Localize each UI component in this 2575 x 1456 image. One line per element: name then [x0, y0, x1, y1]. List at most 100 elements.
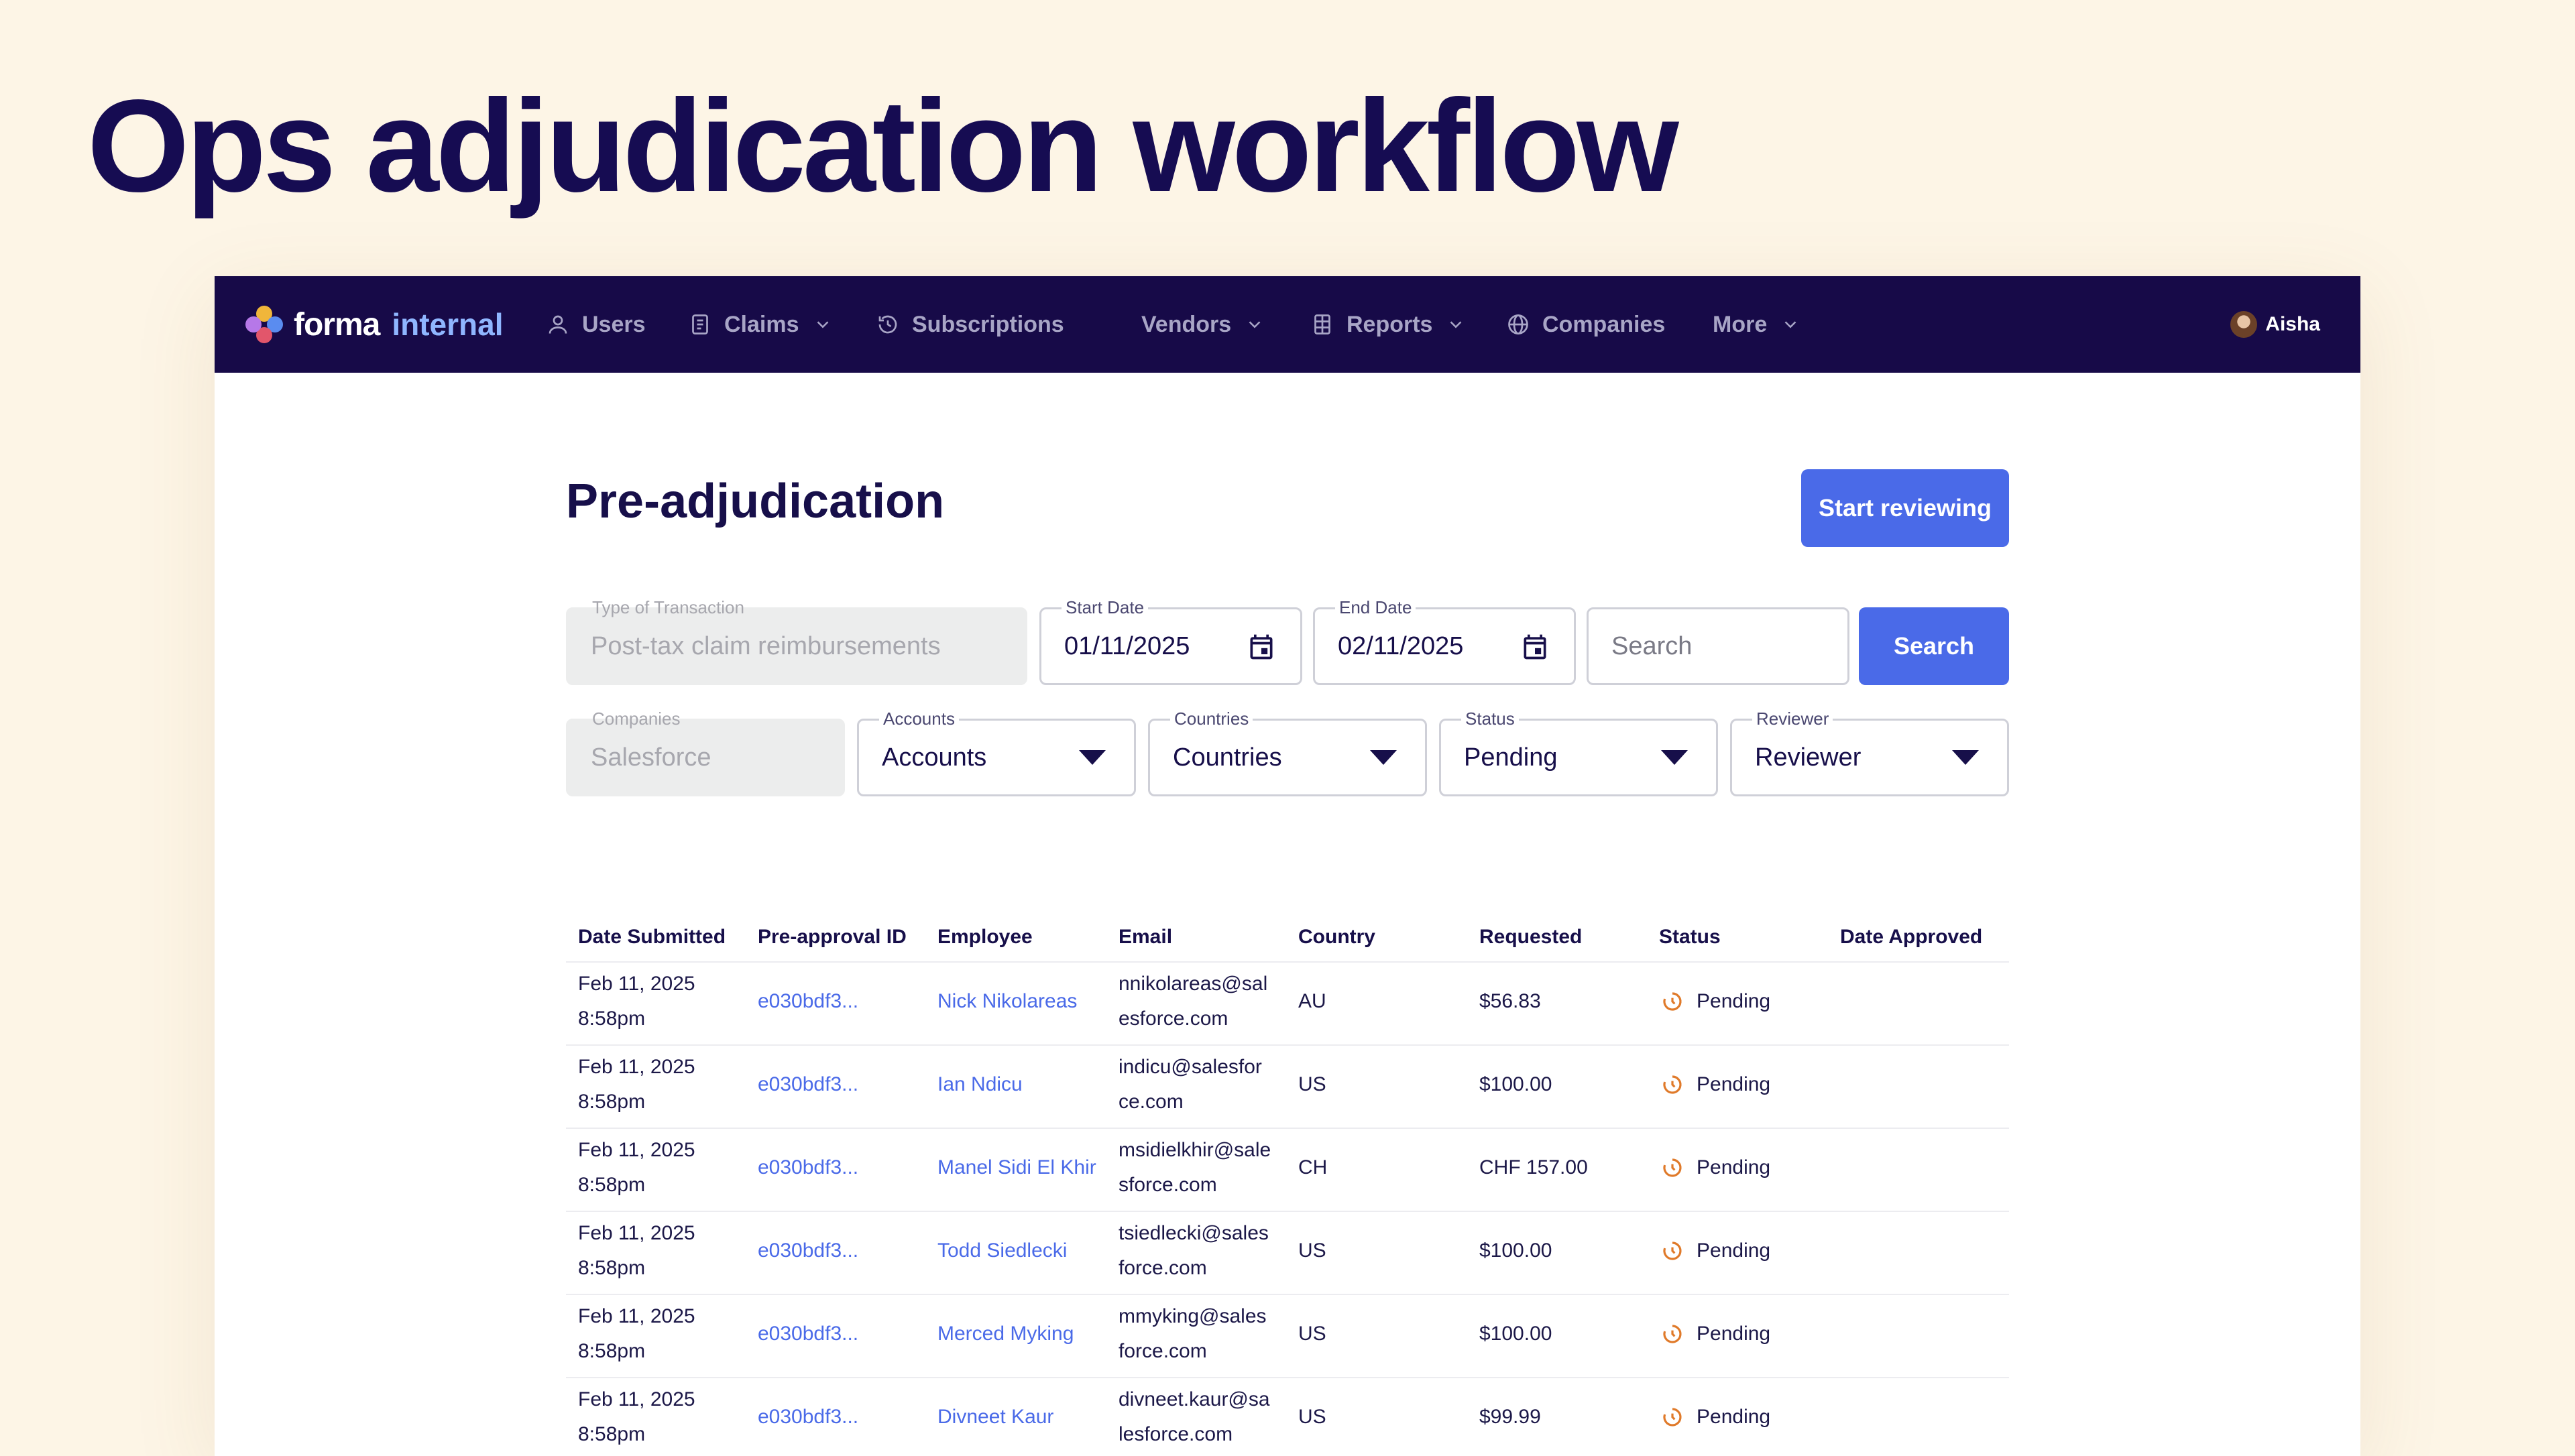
country: US	[1298, 1323, 1326, 1345]
countries-select[interactable]: Countries Countries	[1148, 710, 1427, 796]
pending-clock-icon	[1663, 992, 1682, 1011]
column-header[interactable]: Status	[1659, 920, 1721, 955]
chevron-down-icon	[817, 321, 828, 328]
requested-amount: $100.00	[1479, 1239, 1552, 1262]
column-header[interactable]: Email	[1119, 920, 1172, 955]
pre-approval-id-link[interactable]: e030bdf3...	[758, 1317, 858, 1351]
nav-item-more[interactable]: More	[1713, 306, 1800, 343]
chevron-down-icon	[1784, 321, 1796, 328]
time-submitted: 8:58pm	[578, 1423, 646, 1445]
time-submitted: 8:58pm	[578, 1340, 646, 1362]
slide-title: Ops adjudication workflow	[87, 72, 1679, 219]
employee-link[interactable]: Nick Nikolareas	[937, 984, 1077, 1019]
email-line: mmyking@sales	[1119, 1305, 1267, 1327]
calendar-icon[interactable]	[1247, 632, 1276, 662]
caret-down-icon	[1079, 750, 1106, 765]
companies-field: Companies Salesforce	[566, 710, 845, 796]
pending-clock-icon	[1663, 1075, 1682, 1094]
search-input[interactable]: Search	[1587, 607, 1849, 685]
nav-item-subscriptions[interactable]: Subscriptions	[876, 306, 1064, 343]
pre-approval-id-link[interactable]: e030bdf3...	[758, 1233, 858, 1268]
time-submitted: 8:58pm	[578, 1091, 646, 1113]
status-label: Pending	[1697, 1323, 1771, 1345]
date-submitted: Feb 11, 2025	[578, 973, 695, 995]
field-value: 01/11/2025	[1064, 632, 1190, 660]
search-button[interactable]: Search	[1859, 607, 2009, 685]
email-line: lesforce.com	[1119, 1423, 1233, 1445]
status-select[interactable]: Status Pending	[1439, 710, 1718, 796]
country: CH	[1298, 1156, 1328, 1178]
caret-down-icon	[1370, 750, 1397, 765]
column-header[interactable]: Pre-approval ID	[758, 920, 907, 955]
pre-approval-id-link[interactable]: e030bdf3...	[758, 1400, 858, 1435]
start-date-field[interactable]: Start Date 01/11/2025	[1039, 599, 1302, 685]
employee-link[interactable]: Merced Myking	[937, 1317, 1074, 1351]
user-menu[interactable]: Aisha	[2230, 306, 2320, 343]
nav-item-users[interactable]: Users	[546, 306, 646, 343]
status-label: Pending	[1697, 1073, 1771, 1095]
employee-link[interactable]: Todd Siedlecki	[937, 1233, 1067, 1268]
email-line: nnikolareas@sal	[1119, 973, 1268, 995]
reviewer-select[interactable]: Reviewer Reviewer	[1730, 710, 2009, 796]
pending-clock-icon	[1663, 1325, 1682, 1343]
email-line: sforce.com	[1119, 1174, 1217, 1196]
document-icon	[692, 314, 708, 335]
employee-link[interactable]: Divneet Kaur	[937, 1400, 1053, 1435]
status-label: Pending	[1697, 1156, 1771, 1178]
app-window: forma internal Users Claims Subscription…	[215, 276, 2360, 1456]
field-value: 02/11/2025	[1338, 632, 1464, 660]
table-icon	[1314, 314, 1330, 335]
time-submitted: 8:58pm	[578, 1008, 646, 1030]
nav-item-label: Users	[582, 311, 646, 337]
email-line: divneet.kaur@sa	[1119, 1388, 1270, 1410]
nav-item-vendors[interactable]: Vendors	[1141, 306, 1265, 343]
logo[interactable]: forma internal	[245, 306, 504, 343]
start-reviewing-button[interactable]: Start reviewing	[1801, 469, 2009, 547]
chevron-down-icon	[1450, 321, 1462, 328]
history-icon	[878, 315, 897, 334]
field-value: Pending	[1464, 743, 1558, 772]
status-badge: Pending	[1662, 1400, 1770, 1435]
requested-amount: $100.00	[1479, 1073, 1552, 1095]
nav-item-companies[interactable]: Companies	[1506, 306, 1665, 343]
email-line: ce.com	[1119, 1091, 1184, 1113]
status-label: Pending	[1697, 1239, 1771, 1262]
column-header[interactable]: Requested	[1479, 920, 1582, 955]
date-submitted: Feb 11, 2025	[578, 1056, 695, 1078]
requested-amount: CHF 157.00	[1479, 1156, 1588, 1178]
forma-logo-icon	[245, 306, 283, 343]
nav-item-reports[interactable]: Reports	[1310, 306, 1466, 343]
field-value: Reviewer	[1755, 743, 1862, 772]
email-line: force.com	[1119, 1340, 1207, 1362]
calendar-icon[interactable]	[1520, 632, 1550, 662]
column-header[interactable]: Country	[1298, 920, 1375, 955]
status-badge: Pending	[1662, 1233, 1770, 1268]
field-value: Post-tax claim reimbursements	[591, 632, 941, 660]
employee-link[interactable]: Ian Ndicu	[937, 1067, 1023, 1102]
date-submitted: Feb 11, 2025	[578, 1139, 695, 1161]
column-header[interactable]: Date Submitted	[578, 920, 726, 955]
pre-approval-id-link[interactable]: e030bdf3...	[758, 984, 858, 1019]
end-date-field[interactable]: End Date 02/11/2025	[1313, 599, 1576, 685]
caret-down-icon	[1952, 750, 1979, 765]
pre-approval-id-link[interactable]: e030bdf3...	[758, 1150, 858, 1185]
field-value: Salesforce	[591, 743, 711, 772]
accounts-select[interactable]: Accounts Accounts	[857, 710, 1136, 796]
column-header[interactable]: Date Approved	[1840, 920, 1982, 955]
pre-approval-id-link[interactable]: e030bdf3...	[758, 1067, 858, 1102]
country: AU	[1298, 990, 1326, 1012]
column-header[interactable]: Employee	[937, 920, 1033, 955]
globe-icon	[1508, 314, 1528, 335]
employee-link[interactable]: Manel Sidi El Khir	[937, 1150, 1096, 1185]
email-line: force.com	[1119, 1257, 1207, 1279]
chevron-down-icon	[1249, 321, 1261, 328]
pending-clock-icon	[1663, 1408, 1682, 1427]
pending-clock-icon	[1663, 1158, 1682, 1177]
status-badge: Pending	[1662, 1317, 1770, 1351]
nav-item-label: Reports	[1347, 311, 1433, 337]
logo-word: forma	[294, 306, 380, 343]
pending-clock-icon	[1663, 1241, 1682, 1260]
status-badge: Pending	[1662, 984, 1770, 1019]
status-badge: Pending	[1662, 1067, 1770, 1102]
nav-item-claims[interactable]: Claims	[688, 306, 833, 343]
